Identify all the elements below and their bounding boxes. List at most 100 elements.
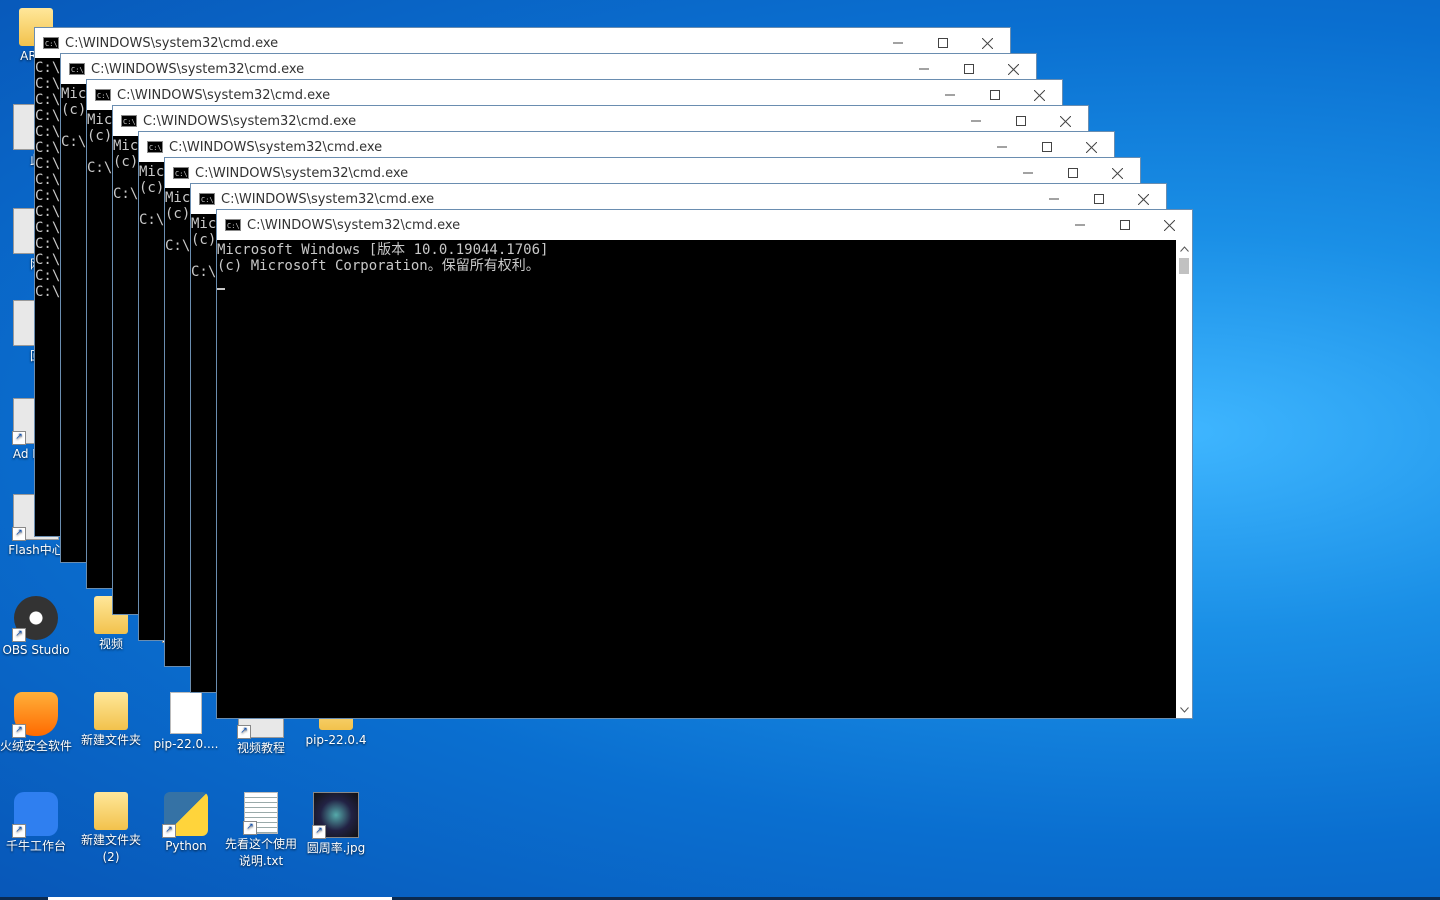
cmd-app-icon[interactable]: C:\ — [43, 37, 59, 49]
minimize-button[interactable] — [1057, 210, 1102, 240]
cmd-app-icon[interactable]: C:\ — [147, 141, 163, 153]
cmd-app-icon[interactable]: C:\ — [173, 167, 189, 179]
cmd-app-icon[interactable]: C:\ — [121, 115, 137, 127]
window-title: C:\WINDOWS\system32\cmd.exe — [117, 87, 331, 103]
desktop-icon-label: pip-22.0.4 — [305, 733, 367, 747]
maximize-icon — [1119, 220, 1130, 230]
cmd-window-active[interactable]: C:\ C:\WINDOWS\system32\cmd.exe Microsof… — [216, 209, 1193, 719]
desktop-icon[interactable]: ↗ 火绒安全软件 — [0, 692, 72, 755]
close-icon — [982, 37, 993, 49]
window-title: C:\WINDOWS\system32\cmd.exe — [169, 139, 383, 155]
desktop-icon[interactable]: ↗ 千牛工作台 — [0, 792, 72, 855]
desktop-icon-label: 千牛工作台 — [5, 839, 66, 853]
doc-icon — [170, 692, 202, 734]
close-icon — [1060, 115, 1071, 127]
close-icon — [1112, 167, 1123, 179]
console-text: Mic (c) C:\ — [165, 190, 191, 254]
shortcut-arrow-icon: ↗ — [12, 431, 26, 445]
console-text: Mic (c) C:\ — [61, 86, 87, 150]
desktop-icon-label: 视频 — [98, 637, 123, 651]
desktop-icon-label: 视频教程 — [236, 741, 285, 755]
chevron-down-icon — [1179, 706, 1189, 713]
desktop-icon[interactable]: 新建文件夹 — [75, 692, 147, 749]
window-title: C:\WINDOWS\system32\cmd.exe — [91, 61, 305, 77]
shortcut-arrow-icon: ↗ — [12, 527, 26, 541]
maximize-icon — [963, 64, 974, 74]
desktop-icon-label: OBS Studio — [2, 643, 70, 657]
qianniu-icon: ↗ — [12, 792, 58, 838]
photo-icon: ↗ — [312, 792, 359, 839]
desktop-icon[interactable]: ↗ 先看这个使用说明.txt — [225, 792, 297, 870]
minimize-icon — [1074, 224, 1085, 226]
close-icon — [1034, 89, 1045, 101]
obs-icon: ↗ — [12, 596, 58, 642]
window-title: C:\WINDOWS\system32\cmd.exe — [143, 113, 357, 129]
desktop-icon[interactable]: ↗ Python — [150, 792, 222, 855]
desktop-icon-label: 新建文件夹 — [80, 733, 141, 747]
console-text: Mic (c) C:\ — [139, 164, 165, 228]
desktop-icon-label: pip-22.0.... — [153, 737, 219, 751]
maximize-icon — [1015, 116, 1026, 126]
shortcut-arrow-icon: ↗ — [243, 821, 257, 835]
window-title: C:\WINDOWS\system32\cmd.exe — [247, 217, 461, 233]
close-icon — [1086, 141, 1097, 153]
vertical-scrollbar[interactable] — [1176, 240, 1192, 718]
desktop-icon[interactable]: ↗ OBS Studio — [0, 596, 72, 659]
txt-icon: ↗ — [243, 792, 278, 835]
shortcut-arrow-icon: ↗ — [312, 825, 326, 839]
shortcut-arrow-icon: ↗ — [162, 824, 176, 838]
title-bar[interactable]: C:\ C:\WINDOWS\system32\cmd.exe — [217, 210, 1192, 240]
minimize-icon — [918, 68, 929, 70]
shortcut-arrow-icon: ↗ — [237, 725, 251, 739]
chevron-up-icon — [1179, 245, 1189, 252]
cmd-app-icon[interactable]: C:\ — [95, 89, 111, 101]
fire-icon: ↗ — [12, 692, 58, 738]
maximize-icon — [937, 38, 948, 48]
minimize-icon — [944, 94, 955, 96]
maximize-icon — [989, 90, 1000, 100]
minimize-icon — [1048, 198, 1059, 200]
console-text: Mic (c) C:\ — [87, 112, 113, 176]
close-button[interactable] — [1147, 210, 1192, 240]
close-icon — [1164, 219, 1175, 231]
desktop-icon[interactable]: 新建文件夹 (2) — [75, 792, 147, 866]
minimize-icon — [1022, 172, 1033, 174]
python-icon: ↗ — [162, 792, 208, 838]
cmd-app-icon[interactable]: C:\ — [69, 63, 85, 75]
desktop-icon-label: 先看这个使用说明.txt — [225, 837, 298, 868]
desktop-icon[interactable]: ↗ 圆周率.jpg — [300, 792, 372, 857]
shortcut-arrow-icon: ↗ — [12, 724, 26, 738]
window-title: C:\WINDOWS\system32\cmd.exe — [221, 191, 435, 207]
window-title: C:\WINDOWS\system32\cmd.exe — [65, 35, 279, 51]
folder-icon — [94, 692, 128, 730]
maximize-icon — [1041, 142, 1052, 152]
close-icon — [1138, 193, 1149, 205]
console-text: Microsoft Windows [版本 10.0.19044.1706] (… — [217, 242, 549, 274]
minimize-icon — [996, 146, 1007, 148]
cmd-app-icon[interactable]: C:\ — [199, 193, 215, 205]
maximize-icon — [1067, 168, 1078, 178]
minimize-icon — [970, 120, 981, 122]
desktop-icon[interactable]: pip-22.0.... — [150, 692, 222, 753]
folder-icon — [94, 792, 128, 830]
console-text: C:\ C:\ C:\ C:\ C:\ C:\ C:\ C:\ C:\ C:\ … — [35, 60, 61, 300]
close-icon — [1008, 63, 1019, 75]
console-output[interactable]: Microsoft Windows [版本 10.0.19044.1706] (… — [217, 240, 1176, 718]
window-title: C:\WINDOWS\system32\cmd.exe — [195, 165, 409, 181]
text-cursor — [217, 288, 225, 290]
desktop-icon-label: 圆周率.jpg — [306, 841, 366, 855]
desktop-icon-label: 新建文件夹 (2) — [80, 833, 141, 864]
scroll-up-button[interactable] — [1176, 240, 1192, 257]
desktop-icon-label: Python — [165, 839, 207, 853]
console-text: Mic (c) C:\ — [113, 138, 139, 202]
maximize-button[interactable] — [1102, 210, 1147, 240]
console-text: Mic (c) C:\ — [191, 216, 217, 280]
desktop-icon-label: 火绒安全软件 — [0, 739, 73, 753]
shortcut-arrow-icon: ↗ — [12, 628, 26, 642]
maximize-icon — [1093, 194, 1104, 204]
minimize-icon — [892, 42, 903, 44]
scroll-thumb[interactable] — [1179, 258, 1189, 274]
scroll-down-button[interactable] — [1176, 701, 1192, 718]
cmd-app-icon[interactable]: C:\ — [225, 219, 241, 231]
shortcut-arrow-icon: ↗ — [12, 824, 26, 838]
